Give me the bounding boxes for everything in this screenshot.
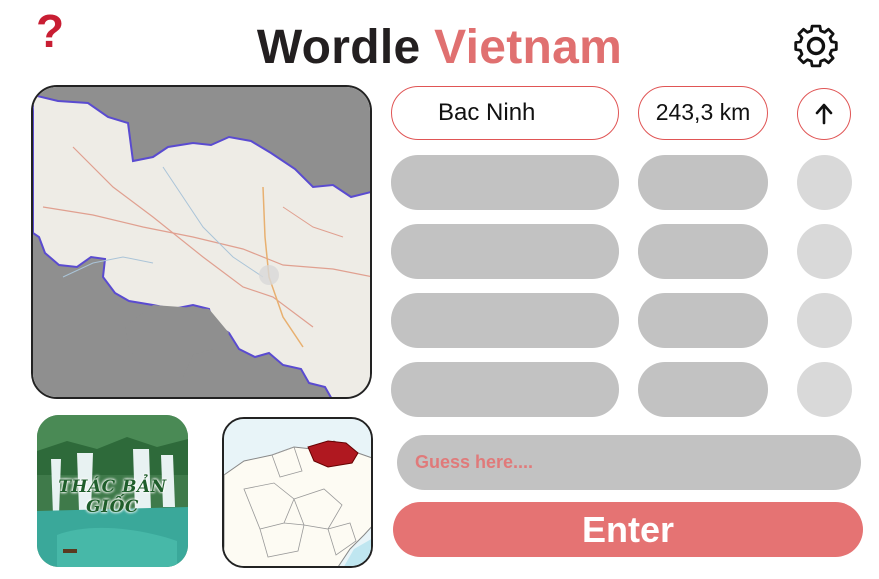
guess-row-1-distance: 243,3 km: [638, 86, 768, 140]
guess-input[interactable]: [397, 435, 861, 490]
thumbnail-label: THÁC BẢN GIỐC: [58, 477, 167, 517]
guess-row-2-province: [391, 155, 619, 210]
guess-row-4-distance: [638, 293, 768, 348]
guess-row-3-distance: [638, 224, 768, 279]
arrow-up-icon: [815, 103, 833, 125]
guess-row-3-direction: [797, 224, 852, 279]
settings-button[interactable]: [786, 22, 846, 72]
enter-button[interactable]: Enter: [393, 502, 863, 557]
landmark-thumbnail: THÁC BẢN GIỐC: [37, 415, 188, 567]
guess-row-1-direction: [797, 88, 851, 140]
locator-map-image: [224, 419, 371, 566]
guess-row-5-province: [391, 362, 619, 417]
province-map-image: [33, 87, 370, 397]
title-main: Wordle: [256, 21, 421, 74]
guess-row-5-direction: [797, 362, 852, 417]
gear-icon: [794, 24, 838, 68]
province-map: [31, 85, 372, 399]
guess-row-2-direction: [797, 155, 852, 210]
guess-row-1-province: Bac Ninh: [391, 86, 619, 140]
guess-row-4-province: [391, 293, 619, 348]
guess-row-2-distance: [638, 155, 768, 210]
locator-minimap: [222, 417, 373, 568]
title-accent: Vietnam: [434, 21, 623, 74]
page-title: Wordle Vietnam: [0, 18, 879, 78]
guess-row-5-distance: [638, 362, 768, 417]
guess-row-3-province: [391, 224, 619, 279]
guess-row-4-direction: [797, 293, 852, 348]
